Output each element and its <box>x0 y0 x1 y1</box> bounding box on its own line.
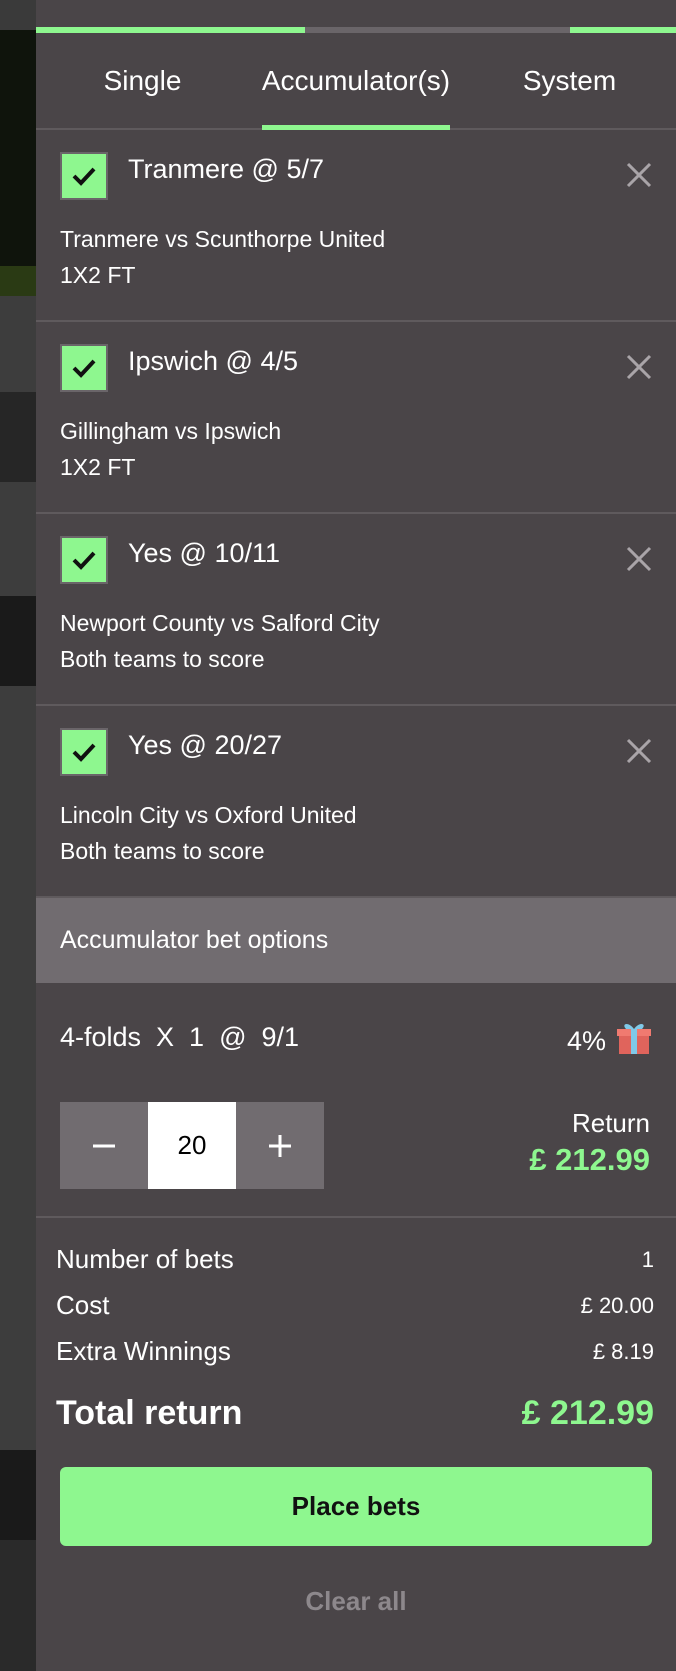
background-page-strip <box>0 0 36 1671</box>
check-icon <box>72 359 96 378</box>
close-icon[interactable] <box>624 160 654 190</box>
selection-event: Tranmere vs Scunthorpe United <box>60 226 386 252</box>
return-label: Return <box>571 1108 650 1138</box>
gift-icon <box>617 1024 651 1054</box>
selection-market: 1X2 FT <box>60 262 136 288</box>
total-return-value: £ 212.99 <box>521 1394 654 1432</box>
selection-market: 1X2 FT <box>60 454 136 480</box>
summary-label: Number of bets <box>56 1244 234 1274</box>
selection-title: Ipswich @ 4/5 <box>128 346 298 376</box>
close-icon[interactable] <box>624 352 654 382</box>
summary-extra-winnings: Extra Winnings £ 8.19 <box>56 1336 654 1367</box>
selection-checkbox[interactable] <box>60 536 108 584</box>
selection-item: Tranmere @ 5/7 Tranmere vs Scunthorpe Un… <box>36 130 676 322</box>
tab-label: System <box>522 64 617 96</box>
summary-label: Cost <box>56 1290 110 1320</box>
total-return-row: Total return £ 212.99 <box>56 1394 654 1433</box>
check-icon <box>72 743 96 762</box>
folds-summary: 4-folds X 1 @ 9/1 <box>60 1022 300 1052</box>
summary-label: Extra Winnings <box>56 1336 231 1366</box>
tab-label: Single <box>103 64 182 96</box>
summary-cost: Cost £ 20.00 <box>56 1290 654 1321</box>
bet-type-tabs: Single Accumulator(s) System <box>36 33 676 130</box>
total-return-label: Total return <box>56 1394 243 1432</box>
check-icon <box>72 551 96 570</box>
selection-market: Both teams to score <box>60 646 265 672</box>
place-bets-button[interactable]: Place bets <box>60 1467 652 1546</box>
decrease-stake-button[interactable] <box>60 1102 148 1189</box>
summary-number-of-bets: Number of bets 1 <box>56 1244 654 1275</box>
summary-value: 1 <box>641 1246 654 1272</box>
summary-value: £ 8.19 <box>592 1338 654 1364</box>
selection-checkbox[interactable] <box>60 152 108 200</box>
close-icon[interactable] <box>624 544 654 574</box>
selection-item: Yes @ 20/27 Lincoln City vs Oxford Unite… <box>36 706 676 898</box>
selection-checkbox[interactable] <box>60 728 108 776</box>
selection-event: Lincoln City vs Oxford United <box>60 802 357 828</box>
boost-percentage: 4% <box>566 1026 606 1056</box>
tab-accumulators[interactable]: Accumulator(s) <box>249 33 463 130</box>
selection-event: Gillingham vs Ipswich <box>60 418 282 444</box>
selection-title: Yes @ 10/11 <box>128 538 281 568</box>
selection-event: Newport County vs Salford City <box>60 610 380 636</box>
selection-market: Both teams to score <box>60 838 265 864</box>
tab-system[interactable]: System <box>463 33 676 128</box>
stake-input[interactable] <box>148 1102 236 1189</box>
divider <box>36 1216 676 1218</box>
close-icon[interactable] <box>624 736 654 766</box>
minus-icon <box>93 1144 115 1147</box>
selection-title: Yes @ 20/27 <box>128 730 283 760</box>
check-icon <box>72 167 96 186</box>
selection-checkbox[interactable] <box>60 344 108 392</box>
selection-title: Tranmere @ 5/7 <box>128 154 324 184</box>
selection-item: Ipswich @ 4/5 Gillingham vs Ipswich 1X2 … <box>36 322 676 514</box>
clear-all-button[interactable]: Clear all <box>36 1586 676 1617</box>
return-value: £ 212.99 <box>529 1142 650 1177</box>
accumulator-options-header: Accumulator bet options <box>36 898 676 983</box>
plus-icon <box>269 1134 291 1157</box>
stake-stepper <box>60 1102 324 1189</box>
tab-single[interactable]: Single <box>36 33 249 128</box>
selection-item: Yes @ 10/11 Newport County vs Salford Ci… <box>36 514 676 706</box>
tab-label: Accumulator(s) <box>261 64 451 96</box>
betslip-panel: Single Accumulator(s) System Tranmere @ … <box>36 0 676 1671</box>
summary-value: £ 20.00 <box>580 1292 654 1318</box>
increase-stake-button[interactable] <box>236 1102 324 1189</box>
